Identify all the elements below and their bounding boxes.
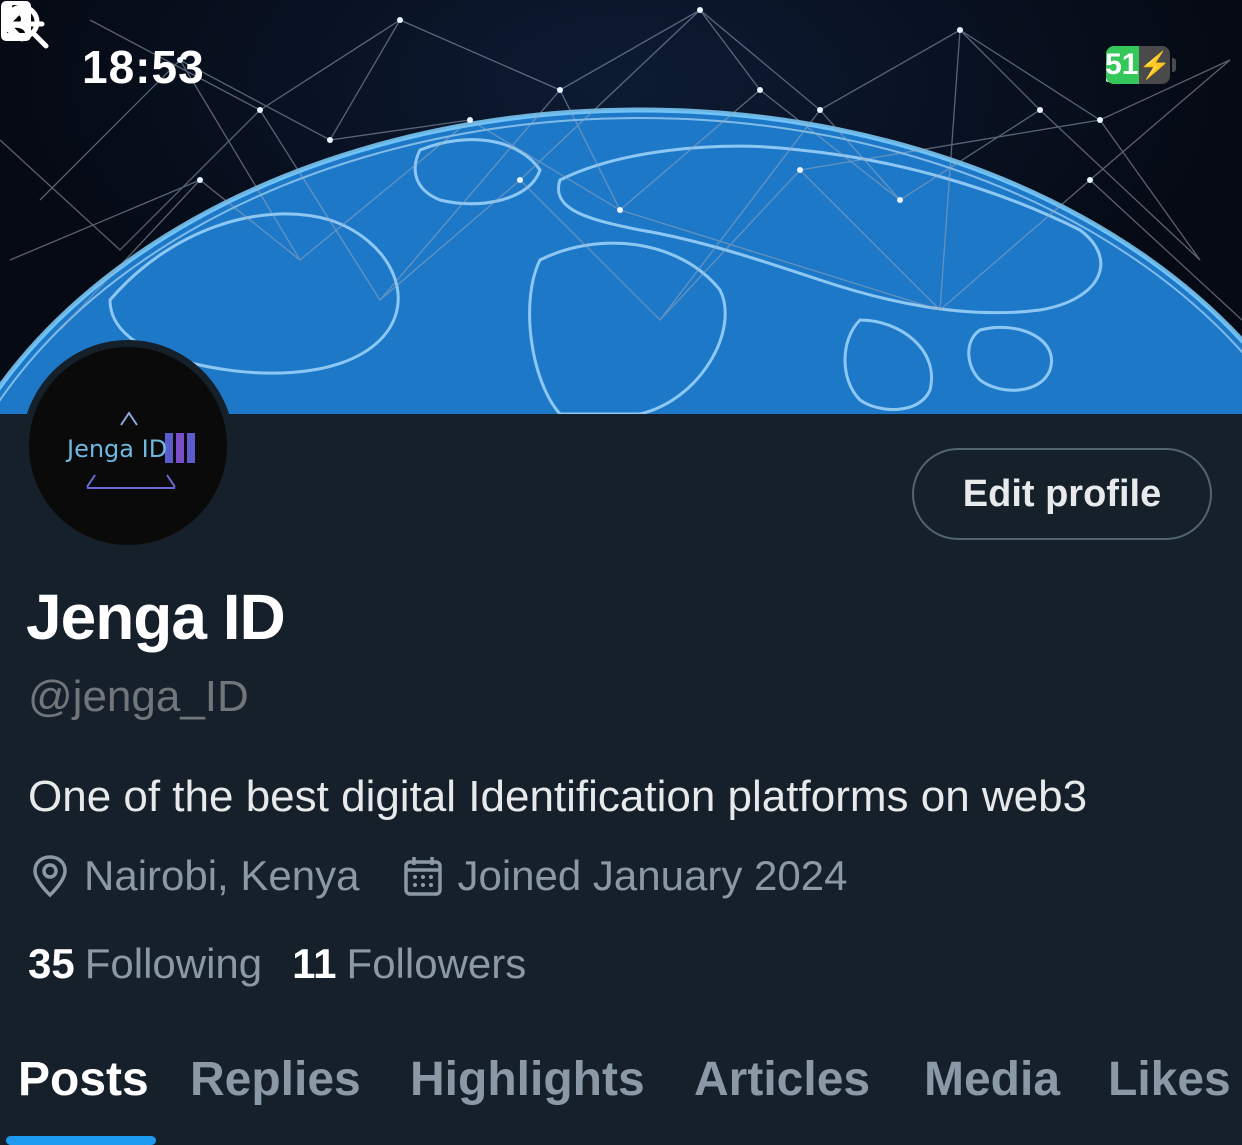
profile-bio: One of the best digital Identification p… [28, 772, 1088, 821]
following-link[interactable]: 35 Following [28, 940, 262, 988]
search-icon[interactable] [0, 0, 52, 52]
active-tab-indicator [6, 1136, 156, 1145]
location-pin-icon [33, 855, 67, 898]
battery-charging-icon: 51 ⚡ [1106, 46, 1170, 84]
followers-count: 11 [292, 940, 337, 987]
user-handle: @jenga_ID [28, 672, 249, 721]
tab-likes[interactable]: Likes [1108, 1052, 1231, 1107]
profile-tabs: Posts Replies Highlights Articles Media … [0, 1048, 1242, 1145]
calendar-icon [404, 857, 443, 896]
tab-articles[interactable]: Articles [694, 1052, 870, 1107]
joined-item: Joined January 2024 [403, 852, 847, 900]
status-time: 18:53 [82, 41, 205, 93]
location-text: Nairobi, Kenya [84, 852, 360, 899]
tab-highlights[interactable]: Highlights [410, 1052, 645, 1107]
edit-profile-button[interactable]: Edit profile [912, 448, 1212, 540]
avatar-logo-text: Jenga ID [67, 435, 168, 463]
tab-replies[interactable]: Replies [190, 1052, 361, 1107]
battery-level: 51 [1106, 48, 1139, 81]
avatar[interactable]: Jenga ID [22, 340, 234, 552]
following-count: 35 [28, 940, 75, 987]
profile-meta: Nairobi, Kenya Joined January 2024 [30, 852, 891, 900]
tab-media[interactable]: Media [924, 1052, 1060, 1107]
followers-label: Followers [346, 940, 527, 987]
follow-counts: 35 Following 11 Followers [28, 940, 556, 988]
avatar-image: Jenga ID [29, 347, 227, 545]
following-label: Following [84, 940, 263, 987]
joined-text: Joined January 2024 [457, 852, 848, 899]
status-icons: 51 ⚡ [1106, 46, 1176, 84]
display-name: Jenga ID [26, 581, 286, 653]
tab-posts[interactable]: Posts [18, 1052, 149, 1107]
followers-link[interactable]: 11 Followers [292, 940, 526, 988]
location-item: Nairobi, Kenya [30, 852, 359, 900]
